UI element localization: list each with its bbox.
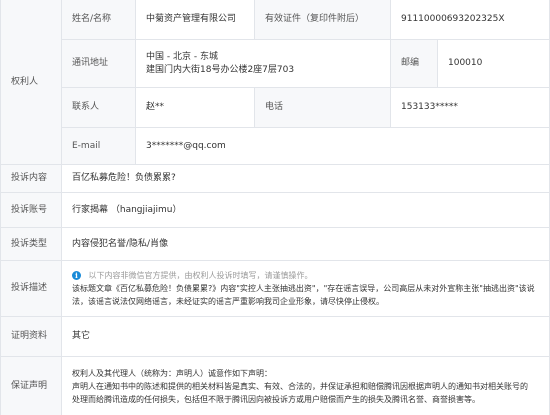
guarantee-line-3: 处理而给腾讯造成的任何损失，包括但不限于腾讯因向被投诉方或用户赔偿而产生的损失及… <box>72 394 480 404</box>
name-value: 中菊资产管理有限公司 <box>146 14 237 24</box>
postcode-value: 100010 <box>448 58 483 68</box>
cert-label-cell: 有效证件（复印件附后） <box>255 0 391 40</box>
address-line-1: 中国 - 北京 - 东城 <box>146 51 218 62</box>
guarantee-line-2: 声明人在通知书中的陈述和提供的相关材料皆是真实、有效、合法的，并保证承担和赔偿腾… <box>72 381 528 391</box>
complaint-type-label: 投诉类型 <box>11 238 48 249</box>
phone-label: 电话 <box>265 102 284 112</box>
evidence-label: 证明资料 <box>11 331 48 341</box>
complaint-content-label-cell: 投诉内容 <box>1 165 62 193</box>
name-value-cell: 中菊资产管理有限公司 <box>136 0 255 40</box>
email-value-cell: 3*******@qq.com <box>136 128 550 165</box>
postcode-label: 邮编 <box>401 58 420 68</box>
email-label: E-mail <box>72 140 101 151</box>
complaint-type-value-cell: 内容侵犯名誉/隐私/肖像 <box>62 228 550 261</box>
phone-value: 153133***** <box>401 102 458 112</box>
complaint-content-value-cell: 百亿私募危险！负债累累? <box>62 165 550 193</box>
evidence-value: 其它 <box>72 331 91 341</box>
phone-label-cell: 电话 <box>255 88 391 128</box>
cert-value-cell: 91110000693202325X <box>391 0 550 40</box>
complaint-desc-hint-text: 以下内容非微信官方提供，由权利人投诉时填写，请谨慎操作。 <box>88 271 313 280</box>
contact-value: 赵** <box>146 102 165 112</box>
complaint-desc-label-cell: 投诉描述 <box>1 261 62 317</box>
rights-holder-section-label: 权利人 <box>1 0 62 165</box>
complaint-desc-hint: i 以下内容非微信官方提供，由权利人投诉时填写，请谨慎操作。 <box>72 269 313 282</box>
email-value: 3*******@qq.com <box>146 140 226 151</box>
complaint-content-label: 投诉内容 <box>11 173 48 183</box>
address-label: 通讯地址 <box>72 58 109 68</box>
postcode-label-cell: 邮编 <box>391 40 438 88</box>
complaint-account-label: 投诉账号 <box>11 204 48 215</box>
complaint-type-value: 内容侵犯名誉/隐私/肖像 <box>72 238 169 249</box>
address-value-cell: 中国 - 北京 - 东城 建国门内大街18号办公楼2座7层703 <box>136 40 391 88</box>
complaint-account-value: 行家揭幕 （hangjiajimu） <box>72 204 182 215</box>
complaint-desc-line-2: 法，该谣言说法仅网络谣言，未经证实的谣言严重影响我司企业形象，请尽快停止侵权。 <box>72 297 384 306</box>
complaint-desc-value-cell: i 以下内容非微信官方提供，由权利人投诉时填写，请谨慎操作。 该标题文章《百亿私… <box>62 261 550 317</box>
complaint-desc-label: 投诉描述 <box>11 283 48 293</box>
name-label-cell: 姓名/名称 <box>62 0 136 40</box>
phone-value-cell: 153133***** <box>391 88 550 128</box>
complaint-type-label-cell: 投诉类型 <box>1 228 62 261</box>
cert-label: 有效证件（复印件附后） <box>265 14 365 24</box>
complaint-account-label-cell: 投诉账号 <box>1 193 62 228</box>
complaint-content-value: 百亿私募危险！负债累累? <box>72 173 176 183</box>
contact-label: 联系人 <box>72 102 100 112</box>
complaint-form: 权利人 姓名/名称 中菊资产管理有限公司 有效证件（复印件附后） 9111000… <box>0 0 550 415</box>
guarantee-value-cell: 权利人及其代理人（统称为：声明人）诚意作如下声明： 声明人在通知书中的陈述和提供… <box>62 357 550 415</box>
guarantee-label: 保证声明 <box>11 380 48 391</box>
contact-label-cell: 联系人 <box>62 88 136 128</box>
contact-value-cell: 赵** <box>136 88 255 128</box>
complaint-account-value-cell: 行家揭幕 （hangjiajimu） <box>62 193 550 228</box>
complaint-desc-line-1: 该标题文章《百亿私募危险！负债累累?》内容"实控人主张抽逃出资"，"存在谣言误导… <box>72 284 535 293</box>
info-circle-icon: i <box>72 271 81 280</box>
rights-holder-label: 权利人 <box>11 76 39 87</box>
email-label-cell: E-mail <box>62 128 136 165</box>
address-line-2: 建国门内大街18号办公楼2座7层703 <box>146 64 295 75</box>
evidence-label-cell: 证明资料 <box>1 317 62 357</box>
guarantee-label-cell: 保证声明 <box>1 357 62 415</box>
guarantee-line-1: 权利人及其代理人（统称为：声明人）诚意作如下声明： <box>72 368 272 378</box>
address-label-cell: 通讯地址 <box>62 40 136 88</box>
name-label: 姓名/名称 <box>72 14 112 24</box>
evidence-value-cell: 其它 <box>62 317 550 357</box>
cert-value: 91110000693202325X <box>401 14 505 24</box>
postcode-value-cell: 100010 <box>438 40 550 88</box>
